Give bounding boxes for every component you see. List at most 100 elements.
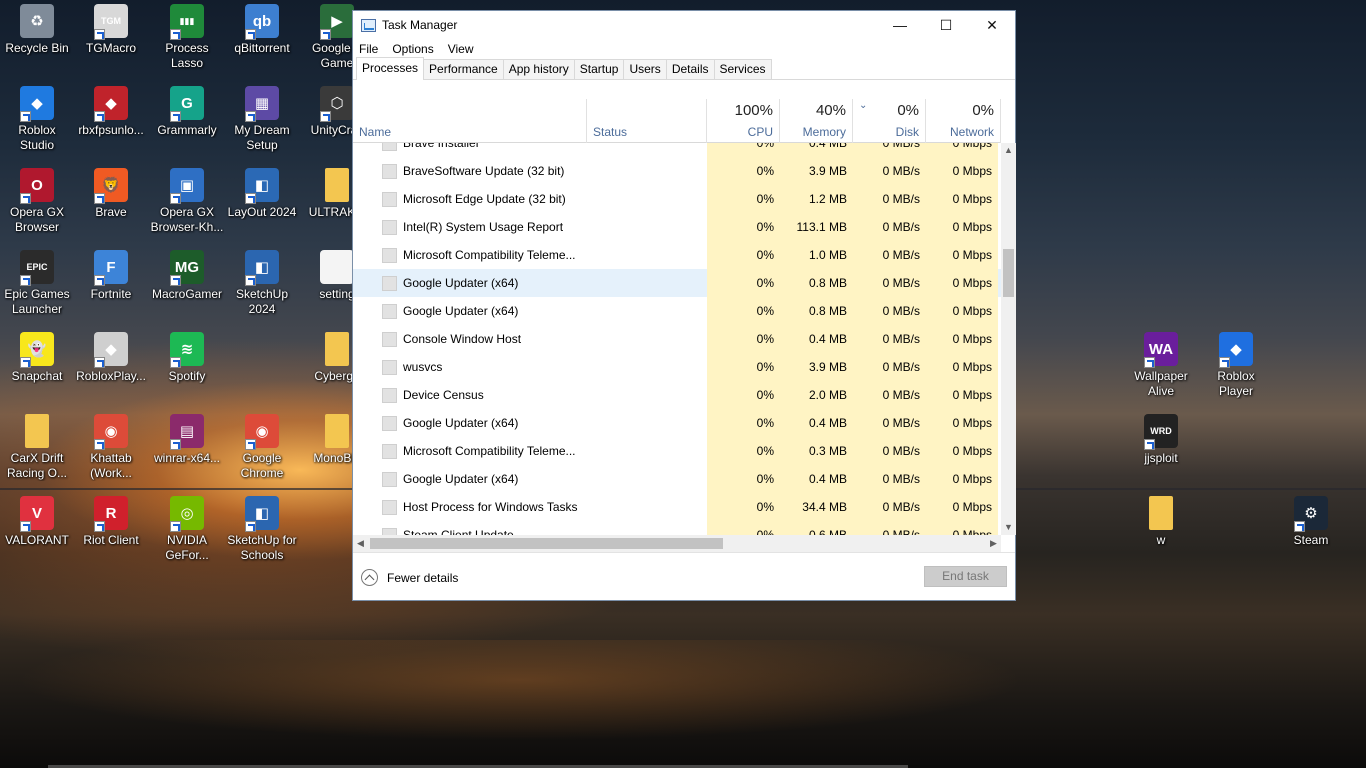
desktop-icon[interactable]: ▣ Opera GX Browser-Kh... <box>150 168 224 235</box>
scroll-down-icon[interactable]: ▼ <box>1001 520 1016 535</box>
desktop-icon[interactable]: ◉ Google Chrome <box>225 414 299 481</box>
menu-file[interactable]: File <box>359 42 378 56</box>
shortcut-arrow-icon <box>94 193 105 204</box>
desktop-icon[interactable]: G Grammarly <box>150 86 224 138</box>
column-disk[interactable]: ⌄ 0% Disk <box>853 99 926 143</box>
table-row[interactable]: Microsoft Edge Update (32 bit) 0% 1.2 MB 0 … <box>353 185 1001 213</box>
desktop-icon[interactable]: 🦁 Brave <box>74 168 148 220</box>
title-bar[interactable]: Task Manager — ☐ ✕ <box>353 11 1015 39</box>
desktop-icon[interactable]: ≋ Spotify <box>150 332 224 384</box>
nvidia-icon: ◎ <box>170 496 204 532</box>
tab-strip: Processes Performance App history Startu… <box>353 57 1015 80</box>
scroll-up-icon[interactable]: ▲ <box>1001 143 1016 158</box>
horizontal-scroll-thumb[interactable] <box>370 538 723 549</box>
desktop-icon[interactable]: ◧ SketchUp for Schools <box>225 496 299 563</box>
table-row[interactable]: Console Window Host 0% 0.4 MB 0 MB/s 0 Mbps <box>353 325 1001 353</box>
desktop-icon[interactable]: ♻ Recycle Bin <box>0 4 74 56</box>
table-row[interactable]: wusvcs 0% 3.9 MB 0 MB/s 0 Mbps <box>353 353 1001 381</box>
desktop-icon[interactable]: qb qBittorrent <box>225 4 299 56</box>
vertical-scrollbar[interactable]: ▲ ▼ <box>1001 143 1016 535</box>
table-row[interactable]: Google Updater (x64) 0% 0.4 MB 0 MB/s 0 Mbps <box>353 409 1001 437</box>
table-row[interactable]: Google Updater (x64) 0% 0.4 MB 0 MB/s 0 Mbps <box>353 465 1001 493</box>
table-row[interactable]: BraveSoftware Update (32 bit) 0% 3.9 MB 0 M… <box>353 157 1001 185</box>
desktop-icon[interactable]: TGM TGMacro <box>74 4 148 56</box>
tab-startup[interactable]: Startup <box>573 59 625 79</box>
process-network: 0 Mbps <box>926 493 998 521</box>
desktop-icon[interactable]: ◆ rbxfpsunlo... <box>74 86 148 138</box>
scroll-left-icon[interactable]: ◀ <box>353 535 368 552</box>
scroll-right-icon[interactable]: ▶ <box>986 535 1001 552</box>
tab-performance[interactable]: Performance <box>423 59 504 79</box>
desktop-icon[interactable]: ◆ RobloxPlay... <box>74 332 148 384</box>
desktop-icon[interactable]: ◧ SketchUp 2024 <box>225 250 299 317</box>
icon-glyph: qb <box>252 12 272 30</box>
shortcut-arrow-icon <box>320 111 331 122</box>
fewer-details-button[interactable]: Fewer details <box>361 569 458 586</box>
column-memory[interactable]: 40% Memory <box>780 99 853 143</box>
column-network[interactable]: 0% Network <box>926 99 1001 143</box>
tab-services[interactable]: Services <box>713 59 772 79</box>
tab-details[interactable]: Details <box>665 59 715 79</box>
column-name[interactable]: Name <box>353 99 587 143</box>
table-row[interactable]: Microsoft Compatibility Teleme... 0% 0.3 M… <box>353 437 1001 465</box>
column-status[interactable]: Status <box>587 99 707 143</box>
process-name: Host Process for Windows Tasks <box>403 500 578 514</box>
column-cpu[interactable]: 100% CPU <box>707 99 780 143</box>
desktop-icon[interactable]: F Fortnite <box>74 250 148 302</box>
desktop-icon[interactable]: EPIC Epic Games Launcher <box>0 250 74 317</box>
icon-glyph: 👻 <box>27 340 47 358</box>
process-icon <box>382 416 397 431</box>
desktop-icon[interactable]: WA Wallpaper Alive <box>1124 332 1198 399</box>
close-button[interactable]: ✕ <box>969 11 1015 39</box>
tab-processes[interactable]: Processes <box>356 57 425 80</box>
desktop-icon[interactable]: MG MacroGamer <box>150 250 224 302</box>
desktop-icon-label: RobloxPlay... <box>76 369 146 383</box>
icon-glyph: TGM <box>101 15 121 26</box>
table-row[interactable]: Host Process for Windows Tasks 0% 34.4 MB 0… <box>353 493 1001 521</box>
desktop-icon[interactable]: 👻 Snapchat <box>0 332 74 384</box>
end-task-button[interactable]: End task <box>924 566 1007 587</box>
table-row[interactable]: Steam Client Update 0% 0.6 MB 0 MB/s 0 Mbps <box>353 521 1001 535</box>
process-network: 0 Mbps <box>926 157 998 185</box>
tab-app-history[interactable]: App history <box>502 59 575 79</box>
table-row[interactable]: Brave Installer 0% 0.4 MB 0 MB/s 0 Mbps <box>353 143 1001 157</box>
desktop-icon[interactable]: ◆ Roblox Player <box>1199 332 1273 399</box>
icon-glyph: V <box>31 504 42 522</box>
desktop-icon[interactable]: ▤ winrar-x64... <box>150 414 224 466</box>
desktop-icon[interactable]: ⚙ Steam <box>1274 496 1348 548</box>
icon-glyph: WRD <box>1150 425 1172 436</box>
menu-options[interactable]: Options <box>392 42 433 56</box>
sketchup-icon: ◧ <box>245 496 279 532</box>
desktop-icon[interactable]: WRD jjsploit <box>1124 414 1198 466</box>
grammarly-icon: G <box>170 86 204 122</box>
table-row[interactable]: Device Census 0% 2.0 MB 0 MB/s 0 Mbps <box>353 381 1001 409</box>
desktop-icon-label: Recycle Bin <box>5 41 69 55</box>
table-row[interactable]: Google Updater (x64) 0% 0.8 MB 0 MB/s 0 Mbps <box>353 269 1001 297</box>
desktop-icon[interactable]: ▮▮▮ Process Lasso <box>150 4 224 71</box>
desktop-icon[interactable]: w <box>1124 496 1198 548</box>
table-row[interactable]: Intel(R) System Usage Report 0% 113.1 MB 0 … <box>353 213 1001 241</box>
desktop-icon[interactable]: R Riot Client <box>74 496 148 548</box>
qbittorrent-icon: qb <box>245 4 279 40</box>
desktop-icon[interactable]: V VALORANT <box>0 496 74 548</box>
shortcut-arrow-icon <box>170 521 181 532</box>
maximize-button[interactable]: ☐ <box>923 11 969 39</box>
minimize-button[interactable]: — <box>877 11 923 39</box>
horizontal-scrollbar[interactable]: ◀ ▶ <box>353 535 1001 552</box>
desktop-icon[interactable]: ▦ My Dream Setup <box>225 86 299 153</box>
process-icon <box>382 276 397 291</box>
tab-users[interactable]: Users <box>623 59 667 79</box>
wallpaper-alive-icon: WA <box>1144 332 1178 368</box>
desktop-icon[interactable]: ◎ NVIDIA GeFor... <box>150 496 224 563</box>
desktop-icon[interactable]: ◉ Khattab (Work... <box>74 414 148 481</box>
table-row[interactable]: Microsoft Compatibility Teleme... 0% 1.0 M… <box>353 241 1001 269</box>
icon-glyph: ▣ <box>179 176 195 194</box>
menu-view[interactable]: View <box>448 42 474 56</box>
desktop-icon[interactable]: ◆ Roblox Studio <box>0 86 74 153</box>
table-row[interactable]: Google Updater (x64) 0% 0.8 MB 0 MB/s 0 Mbps <box>353 297 1001 325</box>
vertical-scroll-thumb[interactable] <box>1003 249 1014 297</box>
desktop-icon[interactable]: CarX Drift Racing O... <box>0 414 74 481</box>
desktop-icon[interactable]: ◧ LayOut 2024 <box>225 168 299 220</box>
process-memory: 0.3 MB <box>780 437 853 465</box>
desktop-icon[interactable]: O Opera GX Browser <box>0 168 74 235</box>
